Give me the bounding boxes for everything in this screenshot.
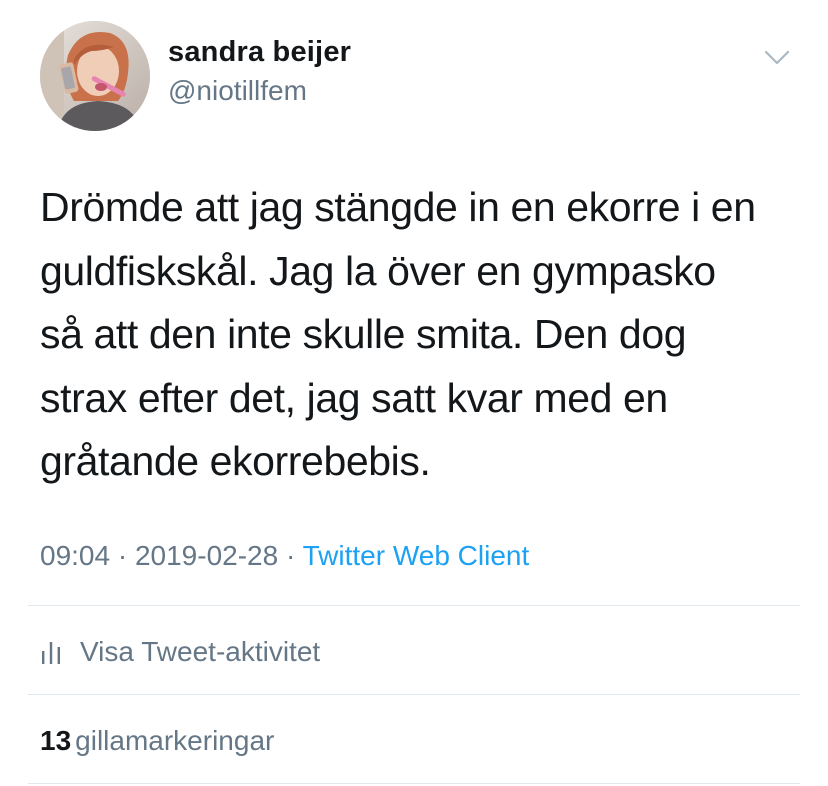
tweet-meta: 09:04 · 2019-02-28 · Twitter Web Client: [40, 536, 529, 576]
avatar-image: [40, 21, 150, 131]
divider: [28, 694, 800, 695]
divider: [28, 605, 800, 606]
tweet-source-link[interactable]: Twitter Web Client: [303, 540, 530, 571]
avatar[interactable]: [40, 21, 150, 131]
author-info[interactable]: sandra beijer @niotillfem: [168, 34, 351, 109]
chevron-down-icon[interactable]: [760, 45, 794, 69]
author-display-name[interactable]: sandra beijer: [168, 34, 351, 70]
tweet-activity-button[interactable]: Visa Tweet-aktivitet: [40, 632, 320, 672]
likes-count-link[interactable]: 13 gillamarkeringar: [40, 721, 274, 761]
author-handle[interactable]: @niotillfem: [168, 73, 351, 109]
likes-count: 13: [40, 725, 72, 756]
tweet-time[interactable]: 09:04: [40, 540, 110, 571]
meta-separator: ·: [110, 540, 135, 571]
bar-chart-icon: [42, 642, 60, 664]
likes-label: gillamarkeringar: [75, 725, 275, 756]
meta-separator: ·: [278, 540, 303, 571]
tweet-text: Drömde att jag stängde in en ekorre i en…: [40, 184, 756, 484]
tweet-activity-label: Visa Tweet-aktivitet: [80, 636, 321, 667]
tweet-detail: sandra beijer @niotillfem Drömde att jag…: [0, 0, 828, 786]
divider: [28, 783, 800, 784]
tweet-date[interactable]: 2019-02-28: [135, 540, 278, 571]
